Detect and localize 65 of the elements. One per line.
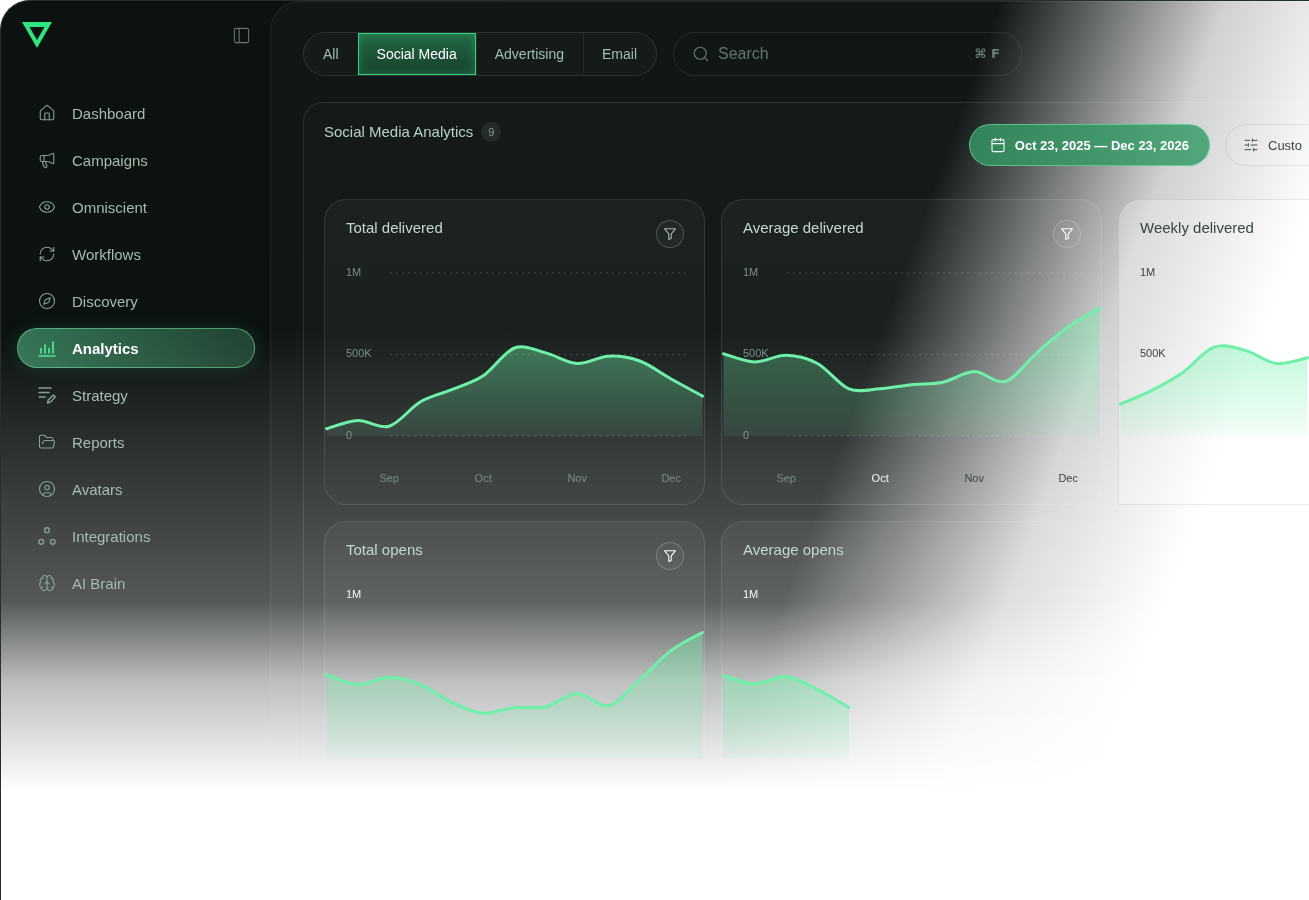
logo [22,22,52,48]
cycle-arrows-icon [38,245,56,263]
sidebar-toggle-icon[interactable] [232,25,251,45]
card-title: Average delivered [743,218,864,238]
date-range-button[interactable]: Oct 23, 2025 — Dec 23, 2026 [968,124,1210,166]
panel-title: Social Media Analytics [324,122,474,142]
axis-label: Sep [776,471,796,484]
axis-label: 500K [743,347,769,360]
list-pencil-icon [38,386,56,404]
megaphone-icon [38,151,56,169]
axis-label: 500K [346,347,372,360]
folder-icon [38,433,56,451]
filter-button[interactable] [656,220,684,248]
axis-label: Sep [379,471,399,484]
axis-label: Nov [567,471,587,484]
nav-item[interactable]: Reports [17,422,255,462]
nav-item[interactable]: Discovery [17,281,255,321]
filter-button[interactable] [656,542,684,570]
nav-item[interactable]: Omniscient [17,187,255,227]
axis-label: Dec [1058,471,1078,484]
sliders-button[interactable]: Custo [1225,124,1309,166]
count-badge: 9 [481,122,502,142]
eye-icon [38,198,56,216]
filter-tab[interactable]: Advertising [475,33,583,75]
card-title: Total delivered [346,218,443,238]
search-icon [692,45,710,63]
axis-label: Oct [474,471,492,484]
filter-button[interactable] [1053,220,1081,248]
axis-label: Oct [871,471,889,484]
filter-icon [664,550,676,562]
compass-icon [38,292,56,310]
nav-item[interactable]: Analytics [17,328,255,368]
bar-chart-icon [38,339,56,357]
axis-label: 500K [1140,347,1166,360]
axis-label: Dec [661,471,681,484]
brain-icon [38,574,56,592]
nav-item[interactable]: Strategy [17,375,255,415]
house-icon [38,104,56,122]
user-circle-icon [38,480,56,498]
nav-item[interactable]: Campaigns [17,140,255,180]
calendar-icon [989,137,1006,153]
nav-item[interactable]: Integrations [17,516,255,556]
three-circles-icon [38,527,56,545]
axis-label: 0 [346,428,353,441]
axis-label: Nov [964,471,984,484]
axis-label: 1M [743,265,759,278]
card-title: Total opens [346,540,423,560]
sliders-icon [1243,137,1259,153]
filter-icon [1061,228,1073,240]
axis-label: 1M [346,265,362,278]
filter-tab[interactable]: Social Media [357,33,476,75]
nav-item[interactable]: Avatars [17,469,255,509]
nav-item[interactable]: Dashboard [17,93,255,133]
filter-tab[interactable]: All [304,33,358,75]
axis-label: 1M [1140,265,1156,278]
filter-icon [664,228,676,240]
axis-label: 1M [346,587,362,600]
card-title: Average opens [743,540,844,560]
filter-tab[interactable]: Email [583,33,656,75]
nav-item[interactable]: AI Brain [17,563,255,603]
nav-item[interactable]: Workflows [17,234,255,274]
card-title: Weekly delivered [1140,218,1254,238]
shortcut-hint: ⌘ F [974,45,1000,63]
axis-label: 0 [743,428,750,441]
axis-label: 1M [743,587,759,600]
